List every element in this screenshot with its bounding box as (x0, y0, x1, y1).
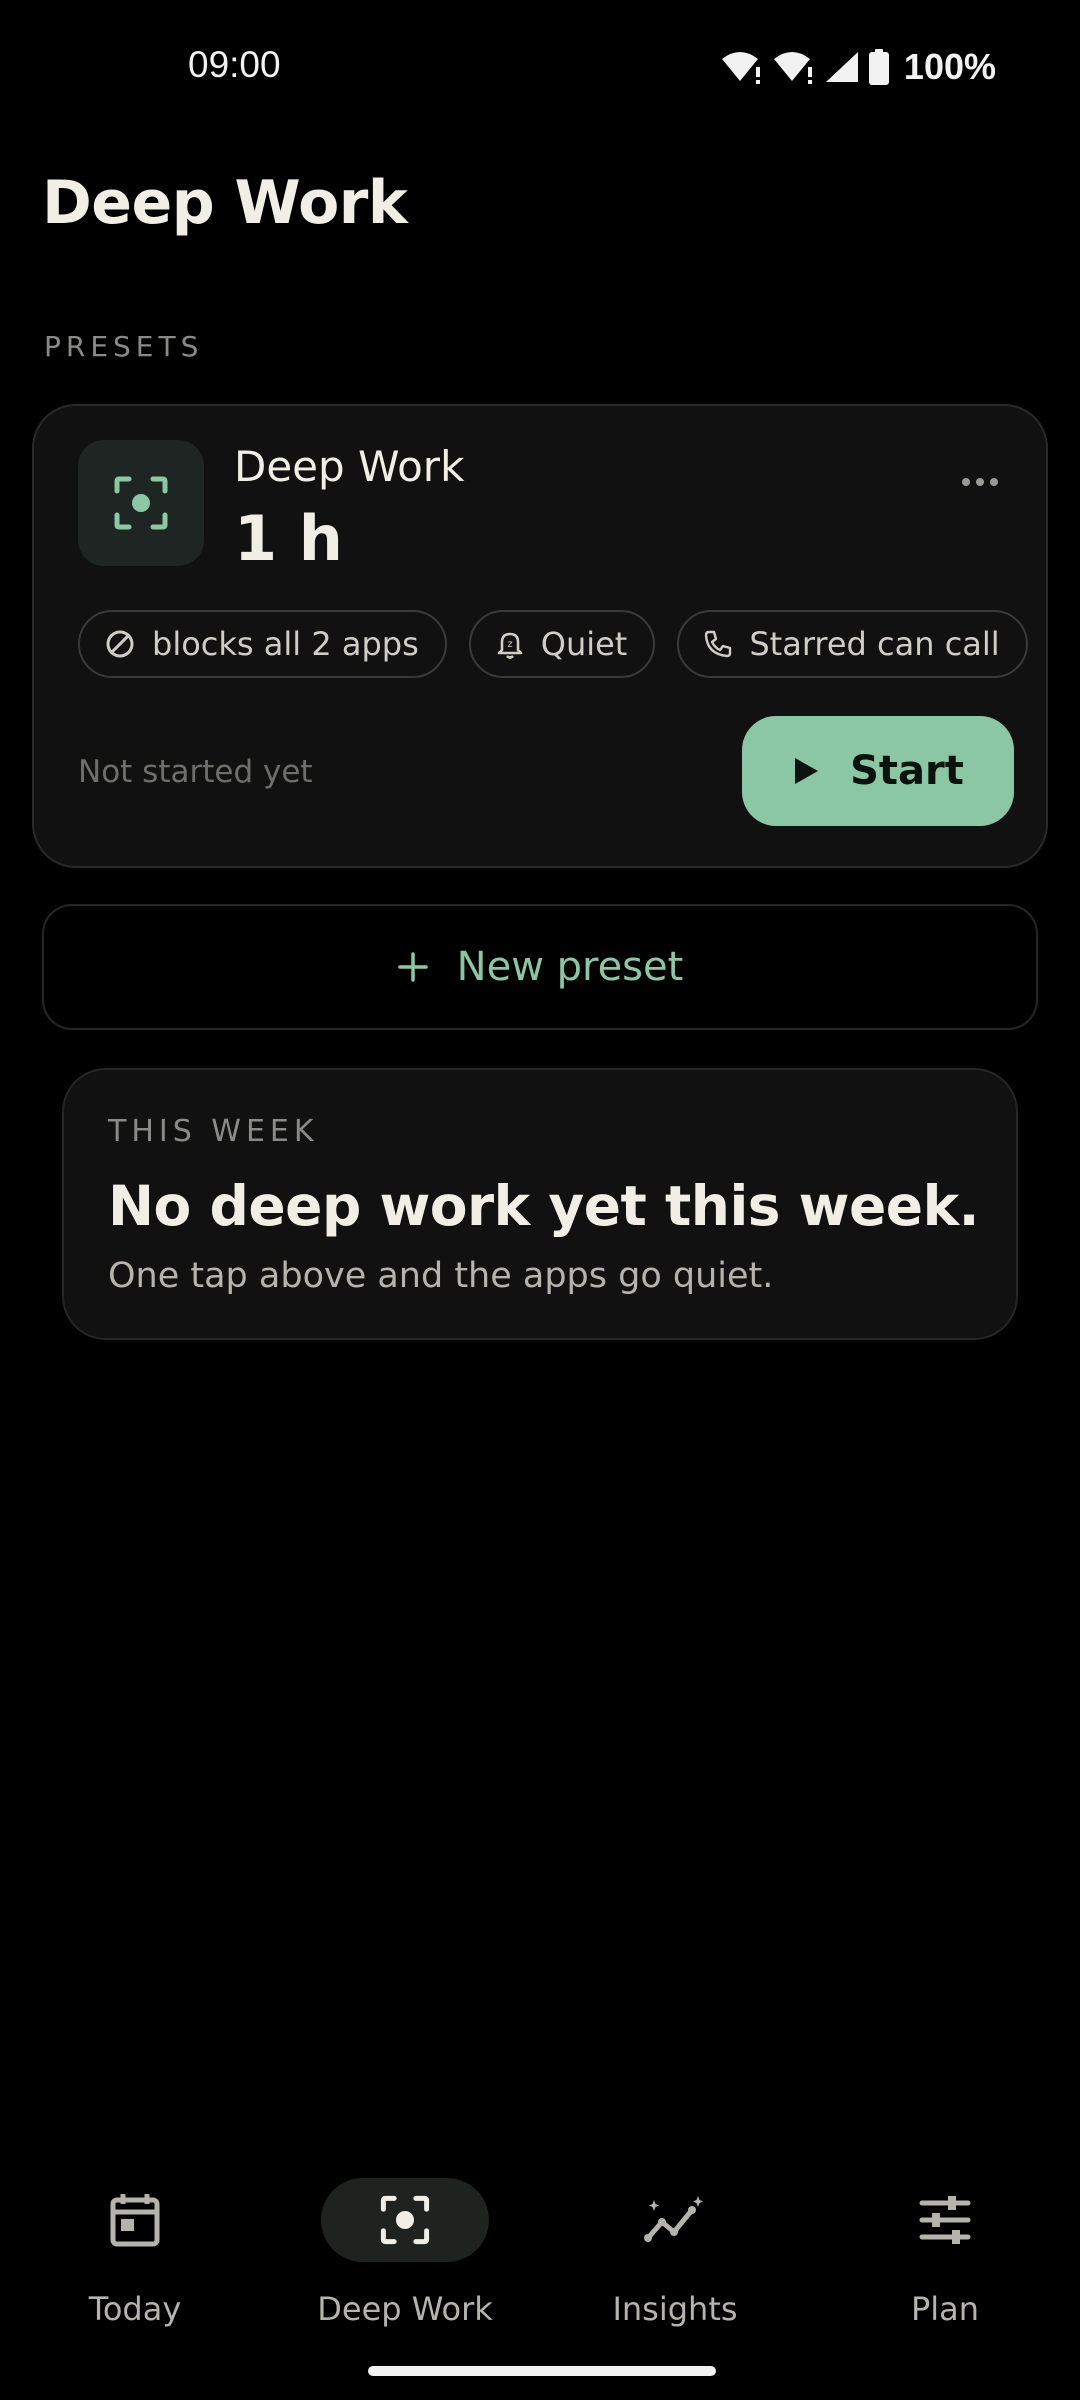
nav-icon-wrap (861, 2178, 1029, 2262)
preset-card[interactable]: Deep Work 1 h blocks all 2 apps z Quiet (32, 404, 1048, 868)
nav-icon-wrap (591, 2178, 759, 2262)
preset-name: Deep Work (234, 442, 465, 491)
start-button[interactable]: Start (742, 716, 1014, 826)
this-week-headline: No deep work yet this week. (108, 1174, 980, 1238)
start-label: Start (850, 748, 964, 794)
block-icon (106, 630, 134, 658)
more-options-button[interactable] (950, 462, 1010, 502)
more-dot (976, 478, 984, 486)
status-icons: 100% (720, 46, 996, 88)
more-dot (962, 478, 970, 486)
new-preset-label: New preset (456, 944, 684, 990)
sparkline-icon (644, 2196, 703, 2242)
presets-section-label: PRESETS (44, 330, 204, 363)
this-week-card: THIS WEEK No deep work yet this week. On… (62, 1068, 1018, 1340)
nav-item-insights[interactable]: Insights (560, 2178, 790, 2328)
bell-icon: z (497, 632, 523, 659)
phone-icon (705, 630, 732, 658)
preset-chips: blocks all 2 apps z Quiet Starred can ca… (78, 610, 1028, 678)
chip-label: Starred can call (749, 625, 1000, 663)
cell-signal-icon (825, 52, 858, 82)
preset-icon-box (78, 440, 204, 566)
this-week-label: THIS WEEK (108, 1114, 319, 1149)
page-title: Deep Work (42, 168, 408, 238)
nav-icon-wrap (51, 2178, 219, 2262)
battery-percent: 100% (903, 46, 996, 87)
svg-text:z: z (507, 639, 512, 650)
chip-quiet[interactable]: z Quiet (468, 610, 656, 678)
more-dot (990, 478, 998, 486)
plus-icon (397, 952, 428, 982)
focus-icon (114, 476, 168, 530)
preset-duration: 1 h (234, 502, 343, 575)
sliders-icon (919, 2196, 971, 2244)
nav-label: Today (88, 2290, 182, 2328)
focus-icon (380, 2195, 430, 2245)
nav-label: Plan (910, 2290, 980, 2328)
nav-label: Insights (612, 2290, 738, 2328)
new-preset-button[interactable]: New preset (42, 904, 1038, 1030)
this-week-subtitle: One tap above and the apps go quiet. (108, 1256, 774, 1296)
status-time: 09:00 (188, 44, 281, 85)
bottom-nav: Today Deep Work Insights Plan (0, 2150, 1080, 2400)
wifi-alert-icon (773, 52, 812, 84)
chip-blocked-apps[interactable]: blocks all 2 apps (78, 610, 447, 678)
chip-calls[interactable]: Starred can call (677, 610, 1028, 678)
nav-item-today[interactable]: Today (20, 2178, 250, 2328)
play-icon (795, 758, 819, 784)
status-bar: 09:00 100% (0, 0, 1080, 130)
chip-label: blocks all 2 apps (152, 625, 419, 663)
nav-label: Deep Work (317, 2290, 493, 2328)
nav-item-deep-work[interactable]: Deep Work (290, 2178, 520, 2328)
nav-icon-wrap (321, 2178, 489, 2262)
nav-item-plan[interactable]: Plan (830, 2178, 1060, 2328)
preset-status-text: Not started yet (78, 754, 313, 790)
calendar-icon (110, 2194, 160, 2247)
wifi-alert-icon (721, 52, 760, 84)
home-indicator[interactable] (368, 2366, 716, 2376)
battery-icon (868, 49, 889, 85)
chip-label: Quiet (540, 625, 628, 663)
